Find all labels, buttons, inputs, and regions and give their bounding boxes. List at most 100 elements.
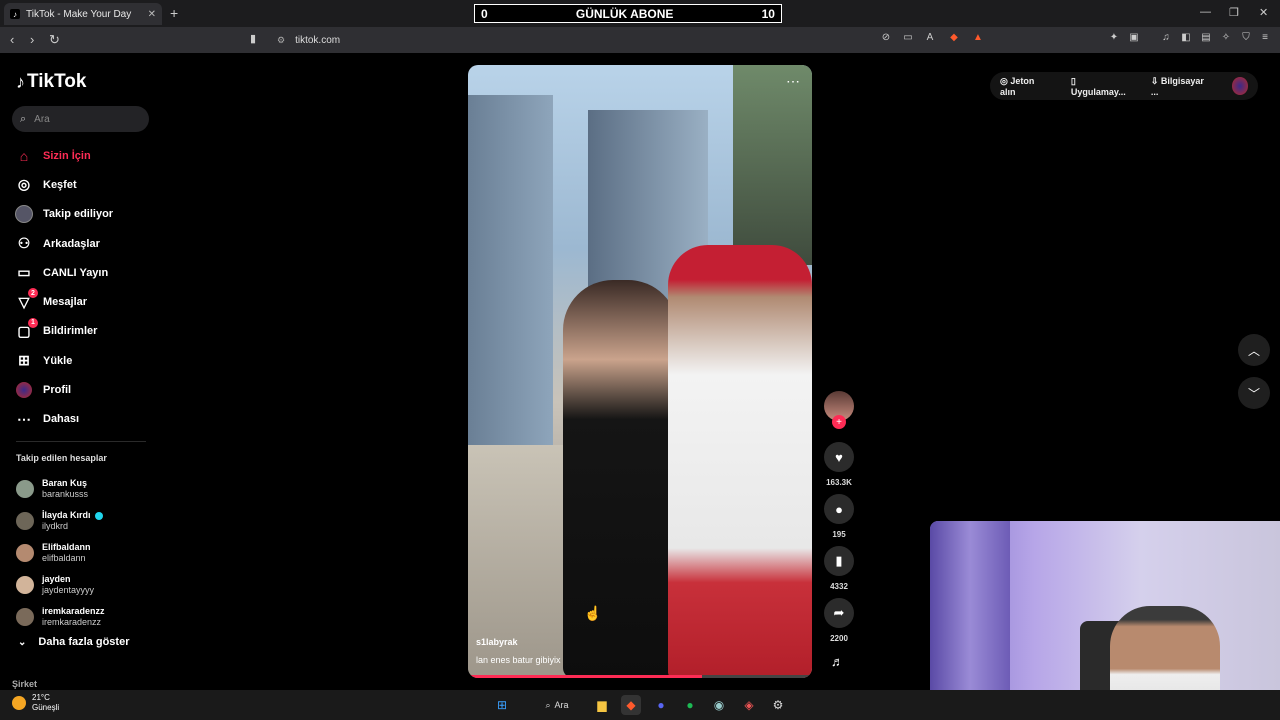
steam-icon[interactable]: ◉ (709, 695, 729, 715)
account-name: iremkaradenzz (42, 606, 105, 616)
menu-icon[interactable]: ≡ (1259, 32, 1271, 44)
avatar (16, 608, 34, 626)
main-menu: ⌂ Sizin İçin ◎ Keşfet Takip ediliyor ⚇ A… (14, 141, 113, 434)
following-item[interactable]: jayden jaydentayyyy (16, 569, 105, 601)
follow-plus-icon[interactable]: + (832, 415, 846, 429)
video-frame (468, 95, 553, 475)
menu-item-live[interactable]: ▭ CANLI Yayın (14, 258, 113, 287)
settings-icon[interactable]: ⚙ (768, 695, 788, 715)
spotify-icon[interactable]: ● (680, 695, 700, 715)
video-description: lan enes batur gibiyix (476, 655, 561, 665)
show-more-button[interactable]: ⌄ Daha fazla göster (18, 636, 129, 648)
file-explorer-icon[interactable]: ▆ (592, 695, 612, 715)
following-item[interactable]: Elifbaldann elifbaldann (16, 537, 105, 569)
bookmark-icon: ▮ (824, 546, 854, 576)
coins-button[interactable]: ◎ Jeton alın (1000, 76, 1059, 97)
menu-item-explore[interactable]: ◎ Keşfet (14, 170, 113, 199)
taskbar-search[interactable]: ⌕ Ara (530, 695, 584, 715)
home-icon: ⌂ (19, 147, 29, 164)
pc-label: Bilgisayar ... (1150, 75, 1204, 97)
tiktok-note-icon: ♪ (16, 71, 25, 92)
wallet-icon[interactable]: ▤ (1200, 32, 1212, 44)
following-item[interactable]: Baran Kuş barankusss (16, 473, 105, 505)
discord-icon[interactable]: ● (651, 695, 671, 715)
account-name: jayden (42, 574, 71, 584)
brave-browser-icon[interactable]: ◆ (621, 695, 641, 715)
app-icon[interactable]: ◈ (739, 695, 759, 715)
menu-item-upload[interactable]: ⊞ Yükle (14, 346, 113, 375)
upload-icon: ⊞ (18, 352, 30, 369)
share-button[interactable]: ➦ 2200 (822, 598, 856, 643)
friends-icon: ⚇ (17, 235, 31, 252)
company-link[interactable]: Şirket (12, 679, 37, 689)
menu-item-profile[interactable]: Profil (14, 375, 113, 404)
menu-label: Profil (43, 384, 72, 397)
music-icon[interactable]: ♫ (1160, 32, 1172, 44)
save-button[interactable]: ▮ 4332 (822, 546, 856, 591)
coins-label: Jeton alın (1000, 75, 1035, 97)
cast-icon[interactable]: ▭ (902, 32, 914, 44)
search-input[interactable]: ⌕ Ara (12, 106, 149, 132)
following-item[interactable]: iremkaradenzz iremkaradenzz (16, 601, 105, 633)
video-player[interactable]: ⋯ s1labyrak lan enes batur gibiyix ☝ (468, 65, 812, 678)
share-count: 2200 (830, 634, 848, 643)
menu-item-for-you[interactable]: ⌂ Sizin İçin (14, 141, 113, 170)
weather-widget[interactable]: 21°C Güneşli (12, 693, 59, 713)
screenshot-icon[interactable]: ▣ (1128, 32, 1140, 44)
reload-icon[interactable]: ↻ (49, 32, 60, 48)
music-disc-icon[interactable]: ♬ (831, 654, 844, 669)
back-icon[interactable]: ‹ (10, 32, 14, 47)
divider (16, 441, 146, 442)
new-tab-button[interactable]: + (170, 5, 178, 21)
next-video-button[interactable]: ﹀ (1238, 377, 1270, 409)
close-window-icon[interactable]: ✕ (1259, 6, 1268, 19)
video-username[interactable]: s1labyrak (476, 637, 518, 647)
account-handle: iremkaradenzz (42, 617, 102, 627)
browser-tab[interactable]: ♪ TikTok - Make Your Day ✕ (4, 3, 162, 25)
previous-video-button[interactable]: ︿ (1238, 334, 1270, 366)
extensions-icon[interactable]: ✦ (1108, 32, 1120, 44)
translate-icon[interactable]: A (924, 32, 936, 44)
close-tab-icon[interactable]: ✕ (148, 9, 156, 20)
menu-item-more[interactable]: ⋯ Dahası (14, 405, 113, 434)
leo-ai-icon[interactable]: ✧ (1220, 32, 1232, 44)
menu-item-friends[interactable]: ⚇ Arkadaşlar (14, 229, 113, 258)
account-handle: jaydentayyyy (42, 585, 95, 595)
menu-item-following[interactable]: Takip ediliyor (14, 200, 113, 229)
avatar (16, 544, 34, 562)
chevron-down-icon: ⌄ (18, 636, 27, 648)
forward-icon[interactable]: › (30, 32, 34, 47)
stream-overlay-counter: 0 GÜNLÜK ABONE 10 (474, 4, 782, 23)
menu-label: Dahası (43, 413, 80, 426)
windows-taskbar: 21°C Güneşli ⊞ ⌕ Ara ▆ ◆ ● ● ◉ ◈ ⚙ (0, 690, 1280, 720)
desktop-app-button[interactable]: ⇩ Bilgisayar ... (1151, 76, 1220, 97)
comment-button[interactable]: ● 195 (822, 494, 856, 539)
site-settings-icon[interactable]: ⚙ (277, 35, 285, 46)
show-more-label: Daha fazla göster (38, 636, 130, 648)
brave-shield-icon[interactable]: ◆ (948, 32, 960, 44)
menu-label: Sizin İçin (43, 149, 91, 162)
like-button[interactable]: ♥ 163.3K (822, 442, 856, 487)
menu-item-notifications[interactable]: ▢ 1 Bildirimler (14, 317, 113, 346)
vpn-icon[interactable]: ⛉ (1240, 32, 1252, 44)
brave-rewards-icon[interactable]: ▲ (972, 32, 984, 44)
restore-icon[interactable]: ❐ (1229, 6, 1239, 19)
menu-item-messages[interactable]: ▽ 2 Mesajlar (14, 287, 113, 316)
minimize-icon[interactable]: — (1200, 6, 1211, 18)
windows-start-icon[interactable]: ⊞ (492, 695, 512, 715)
get-app-button[interactable]: ▯ Uygulamay... (1071, 76, 1139, 97)
profile-avatar[interactable] (1231, 77, 1248, 95)
avatar (16, 480, 34, 498)
comment-icon: ● (824, 494, 854, 524)
video-progress-bar[interactable] (468, 675, 812, 678)
messages-badge: 2 (28, 288, 38, 299)
following-avatar-icon (14, 205, 34, 224)
sidebar-toggle-icon[interactable]: ◧ (1180, 32, 1192, 44)
browser-tab-bar: ♪ TikTok - Make Your Day ✕ + 0 GÜNLÜK AB… (0, 0, 1280, 27)
like-count: 163.3K (826, 478, 852, 487)
following-item[interactable]: İlayda Kırdı ilydkrd (16, 505, 105, 537)
taskbar-search-label: Ara (554, 700, 569, 710)
video-options-icon[interactable]: ⋯ (786, 73, 800, 90)
tiktok-logo[interactable]: ♪ TikTok (16, 71, 86, 93)
no-tracking-icon[interactable]: ⊘ (880, 32, 892, 44)
